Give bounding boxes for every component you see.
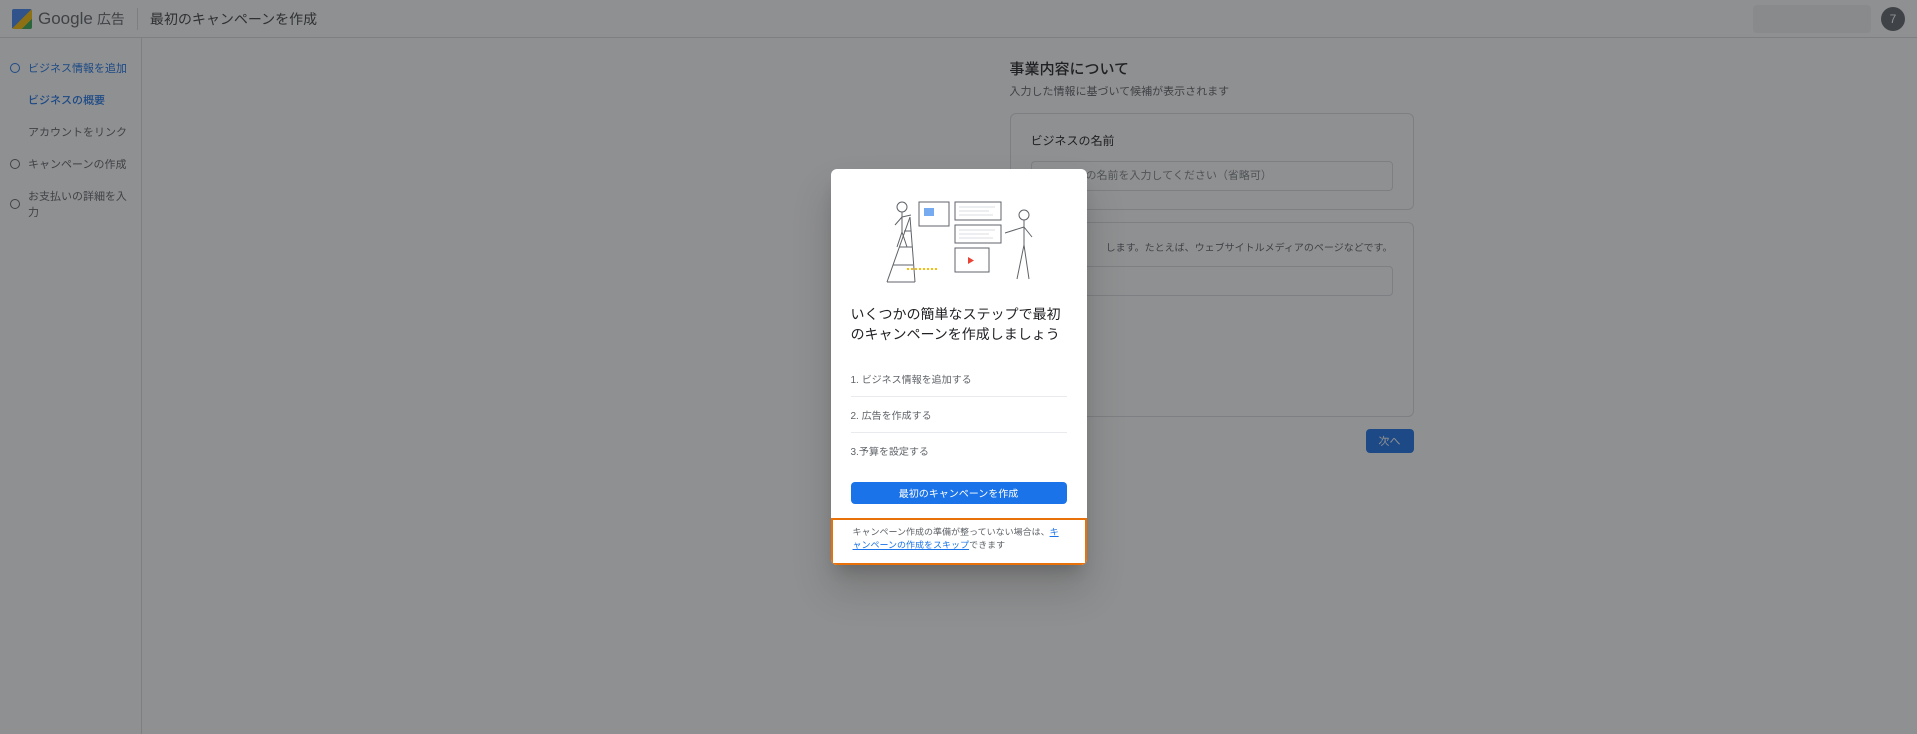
modal-overlay: いくつかの簡単なステップで最初のキャンペーンを作成しましょう 1. ビジネス情報…: [0, 0, 1917, 734]
onboarding-dialog: いくつかの簡単なステップで最初のキャンペーンを作成しましょう 1. ビジネス情報…: [831, 169, 1087, 564]
dialog-step-3: 3.予算を設定する: [851, 433, 1067, 468]
footer-text-pre: キャンペーン作成の準備が整っていない場合は、: [853, 527, 1050, 537]
dialog-step-2: 2. 広告を作成する: [851, 397, 1067, 433]
create-campaign-button[interactable]: 最初のキャンペーンを作成: [851, 482, 1067, 504]
dialog-footer-callout: キャンペーン作成の準備が整っていない場合は、キャンペーンの作成をスキップできます: [831, 518, 1087, 565]
dialog-step-1: 1. ビジネス情報を追加する: [851, 361, 1067, 397]
dialog-title: いくつかの簡単なステップで最初のキャンペーンを作成しましょう: [851, 305, 1067, 344]
footer-text-post: できます: [969, 540, 1005, 550]
dialog-illustration: [851, 187, 1067, 287]
